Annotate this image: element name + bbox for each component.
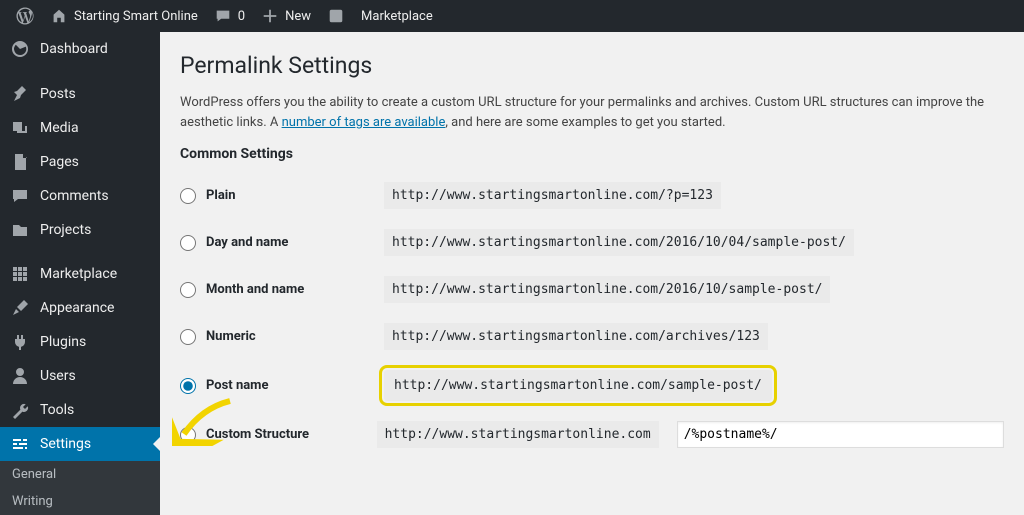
sidebar-item-label: Users [40, 368, 76, 384]
sidebar-item-label: Dashboard [40, 41, 108, 57]
url-example: http://www.startingsmartonline.com/sampl… [384, 370, 772, 401]
tags-available-link[interactable]: number of tags are available [282, 115, 446, 130]
sidebar-item-users[interactable]: Users [0, 359, 160, 393]
admin-sidebar: Dashboard Posts Media Pages Comments Pro… [0, 32, 160, 515]
sidebar-item-label: Tools [40, 402, 74, 418]
sidebar-item-label: Appearance [40, 300, 114, 316]
option-label: Plain [206, 188, 236, 203]
sliders-icon [10, 434, 30, 454]
sidebar-item-marketplace[interactable]: Marketplace [0, 257, 160, 291]
sidebar-item-label: Media [40, 120, 79, 136]
option-row-custom: Custom Structure http://www.startingsmar… [180, 411, 1004, 458]
url-example: http://www.startingsmartonline.com/?p=12… [384, 182, 721, 209]
option-row-numeric: Numeric http://www.startingsmartonline.c… [180, 313, 1004, 360]
sidebar-item-label: Plugins [40, 334, 86, 350]
pin-icon [10, 84, 30, 104]
plus-icon [261, 7, 279, 25]
wrench-icon [10, 400, 30, 420]
home-icon [50, 7, 68, 25]
dashboard-icon [10, 39, 30, 59]
page-icon [10, 152, 30, 172]
comment-icon [10, 186, 30, 206]
radio-custom-structure[interactable] [180, 427, 196, 443]
media-icon [10, 118, 30, 138]
submenu-item-general[interactable]: General [0, 461, 160, 488]
sidebar-item-label: Marketplace [40, 266, 117, 282]
yoast-icon [327, 7, 345, 25]
site-name-link[interactable]: Starting Smart Online [42, 0, 206, 32]
radio-month-and-name[interactable] [180, 282, 196, 298]
option-label: Numeric [206, 329, 256, 344]
sidebar-item-dashboard[interactable]: Dashboard [0, 32, 160, 66]
wp-logo[interactable] [8, 0, 42, 32]
radio-day-and-name[interactable] [180, 235, 196, 251]
comment-count: 0 [238, 9, 245, 24]
brush-icon [10, 298, 30, 318]
page-description: WordPress offers you the ability to crea… [180, 93, 1004, 132]
option-row-dayname: Day and name http://www.startingsmartonl… [180, 219, 1004, 266]
new-content-link[interactable]: New [253, 0, 319, 32]
sidebar-item-label: Pages [40, 154, 79, 170]
option-row-postname: Post name http://www.startingsmartonline… [180, 360, 1004, 411]
sidebar-item-label: Projects [40, 222, 91, 238]
url-example: http://www.startingsmartonline.com/2016/… [384, 276, 830, 303]
sidebar-item-media[interactable]: Media [0, 111, 160, 145]
sidebar-item-tools[interactable]: Tools [0, 393, 160, 427]
projects-icon [10, 220, 30, 240]
url-example: http://www.startingsmartonline.com/archi… [384, 323, 768, 350]
marketplace-label: Marketplace [361, 9, 433, 24]
radio-plain[interactable] [180, 188, 196, 204]
main-content: Permalink Settings WordPress offers you … [160, 32, 1024, 515]
desc-suffix: , and here are some examples to get you … [445, 115, 725, 130]
radio-numeric[interactable] [180, 329, 196, 345]
sidebar-item-settings[interactable]: Settings [0, 427, 160, 461]
comment-bubble-icon [214, 7, 232, 25]
option-row-monthname: Month and name http://www.startingsmarto… [180, 266, 1004, 313]
url-prefix: http://www.startingsmartonline.com [377, 421, 659, 448]
new-label: New [285, 9, 311, 24]
sidebar-item-label: Posts [40, 86, 76, 102]
marketplace-link[interactable]: Marketplace [353, 0, 441, 32]
custom-structure-input[interactable] [677, 421, 1004, 448]
admin-bar: Starting Smart Online 0 New Marketplace [0, 0, 1024, 32]
sidebar-item-projects[interactable]: Projects [0, 213, 160, 247]
sidebar-item-pages[interactable]: Pages [0, 145, 160, 179]
sidebar-item-posts[interactable]: Posts [0, 77, 160, 111]
option-label: Custom Structure [206, 427, 309, 442]
option-label: Day and name [206, 235, 288, 250]
plug-icon [10, 332, 30, 352]
sidebar-item-label: Settings [40, 436, 91, 452]
sidebar-item-appearance[interactable]: Appearance [0, 291, 160, 325]
page-title: Permalink Settings [180, 52, 1004, 79]
sidebar-item-comments[interactable]: Comments [0, 179, 160, 213]
wordpress-icon [16, 7, 34, 25]
sidebar-item-label: Comments [40, 188, 109, 204]
settings-submenu: General Writing [0, 461, 160, 515]
section-heading: Common Settings [180, 146, 1004, 162]
sidebar-item-plugins[interactable]: Plugins [0, 325, 160, 359]
submenu-item-writing[interactable]: Writing [0, 488, 160, 515]
url-example: http://www.startingsmartonline.com/2016/… [384, 229, 854, 256]
user-icon [10, 366, 30, 386]
option-label: Post name [206, 378, 268, 393]
option-label: Month and name [206, 282, 304, 297]
comments-link[interactable]: 0 [206, 0, 253, 32]
grid-icon [10, 264, 30, 284]
option-row-plain: Plain http://www.startingsmartonline.com… [180, 172, 1004, 219]
yoast-link[interactable] [319, 0, 353, 32]
radio-post-name[interactable] [180, 378, 196, 394]
site-name: Starting Smart Online [74, 9, 198, 24]
